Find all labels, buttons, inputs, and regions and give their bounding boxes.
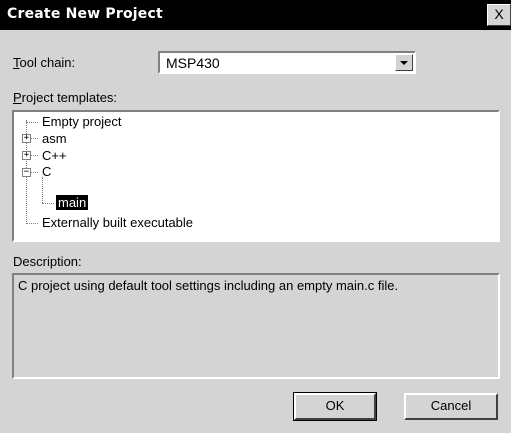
description-label: Description:	[13, 254, 82, 269]
description-text: C project using default tool settings in…	[18, 278, 399, 293]
tree-item-asm[interactable]: asm	[42, 131, 67, 146]
tree-connector	[26, 122, 38, 123]
tree-connector	[31, 155, 38, 156]
tree-connector	[42, 203, 54, 204]
tree-item-externally-built[interactable]: Externally built executable	[42, 215, 193, 230]
toolchain-label: Tool chain:	[13, 55, 75, 70]
dialog-title: Create New Project	[7, 6, 163, 22]
templates-label-text: roject templates:	[21, 90, 118, 105]
tree-connector-child	[42, 177, 43, 203]
tree-connector	[31, 138, 38, 139]
chevron-down-icon[interactable]	[395, 54, 413, 71]
toolchain-select[interactable]: MSP430	[158, 51, 416, 74]
toolchain-value: MSP430	[166, 55, 220, 71]
expand-plus-icon[interactable]: +	[22, 134, 31, 143]
description-box: C project using default tool settings in…	[12, 273, 500, 379]
tree-item-c[interactable]: C	[42, 164, 51, 179]
tree-connector	[26, 223, 38, 224]
title-bar: Create New Project X	[0, 0, 511, 30]
ok-button[interactable]: OK	[293, 392, 377, 421]
close-button[interactable]: X	[487, 4, 511, 26]
cancel-button[interactable]: Cancel	[404, 393, 498, 420]
collapse-minus-icon[interactable]: −	[22, 168, 31, 177]
tree-item-main[interactable]: main	[56, 195, 89, 210]
expand-plus-icon[interactable]: +	[22, 151, 31, 160]
tree-item-empty-project[interactable]: Empty project	[42, 114, 121, 129]
tree-item-cpp[interactable]: C++	[42, 148, 67, 163]
project-templates-tree[interactable]: + + − Empty project asm C++ C main Exter…	[12, 110, 500, 242]
templates-label-mnemonic: P	[13, 90, 22, 105]
toolchain-label-text: ool chain:	[19, 55, 76, 70]
tree-connector	[31, 172, 38, 173]
templates-label: Project templates:	[13, 90, 117, 105]
